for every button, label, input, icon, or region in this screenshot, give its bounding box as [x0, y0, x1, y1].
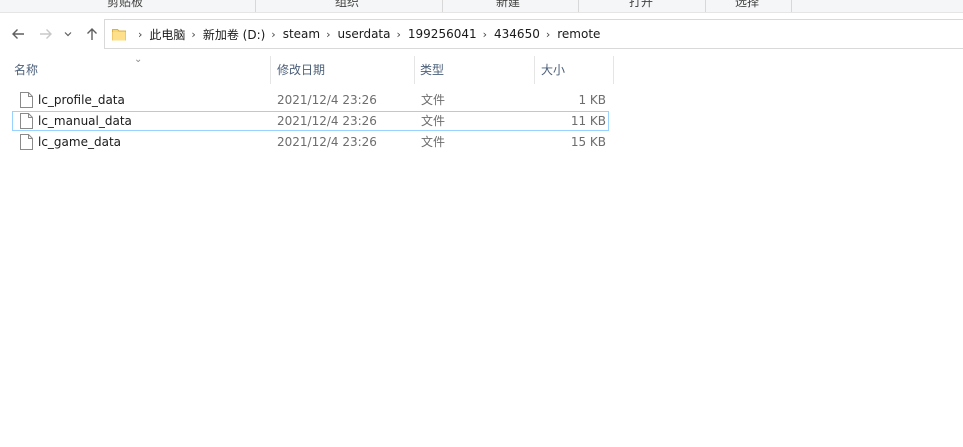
breadcrumb-separator[interactable]: › [477, 28, 494, 41]
back-button[interactable] [8, 24, 28, 44]
ribbon-group-organize: 组织 [334, 0, 359, 9]
file-row[interactable]: lc_manual_data 2021/12/4 23:26 文件 11 KB [12, 111, 609, 131]
ribbon-group-select: 选择 [734, 0, 759, 9]
file-icon [20, 134, 33, 150]
breadcrumb-separator[interactable]: › [391, 28, 408, 41]
up-arrow-icon [87, 28, 97, 40]
column-header-date[interactable]: 修改日期 [271, 56, 414, 84]
breadcrumb-app-id[interactable]: 434650 [494, 27, 540, 41]
ribbon-divider [578, 0, 579, 12]
ribbon-divider [255, 0, 256, 12]
ribbon-divider [442, 0, 443, 12]
file-name: lc_profile_data [38, 93, 125, 107]
column-header-type[interactable]: 类型 [414, 56, 534, 84]
breadcrumb-separator[interactable]: › [540, 28, 557, 41]
breadcrumb-userdata[interactable]: userdata [338, 27, 391, 41]
file-name: lc_game_data [38, 135, 122, 149]
file-type: 文件 [421, 114, 446, 128]
breadcrumb-remote[interactable]: remote [557, 27, 600, 41]
file-modified-date: 2021/12/4 23:26 [277, 114, 377, 128]
file-name: lc_manual_data [38, 114, 132, 128]
ribbon-group-labels: 剪贴板 组织 新建 打开 选择 [0, 0, 963, 13]
chevron-down-icon [64, 32, 72, 37]
recent-locations-button[interactable] [61, 24, 75, 44]
column-divider[interactable] [613, 56, 614, 84]
breadcrumb-separator[interactable]: › [265, 28, 282, 41]
breadcrumb-this-pc[interactable]: 此电脑 [149, 26, 185, 43]
file-icon [20, 92, 33, 108]
file-modified-date: 2021/12/4 23:26 [277, 93, 377, 107]
file-size: 11 KB [570, 114, 606, 128]
up-button[interactable] [82, 24, 102, 44]
column-header-name[interactable]: 名称 [8, 56, 270, 84]
back-arrow-icon [12, 29, 24, 39]
file-icon [20, 113, 33, 129]
navigation-bar: › 此电脑 › 新加卷 (D:) › steam › userdata › 19… [0, 18, 963, 50]
ribbon-divider [791, 0, 792, 12]
ribbon-group-new: 新建 [495, 0, 520, 9]
column-header-size[interactable]: 大小 [535, 56, 613, 84]
forward-button[interactable] [36, 24, 56, 44]
folder-icon [112, 29, 126, 41]
breadcrumb-separator[interactable]: › [185, 28, 202, 41]
file-type: 文件 [421, 135, 446, 149]
breadcrumb-steam[interactable]: steam [283, 27, 320, 41]
forward-arrow-icon [40, 29, 52, 39]
breadcrumb-drive-d[interactable]: 新加卷 (D:) [203, 26, 265, 43]
file-size: 15 KB [570, 135, 606, 149]
breadcrumb-separator[interactable]: › [132, 28, 149, 41]
ribbon-group-open: 打开 [628, 0, 653, 9]
breadcrumb-separator[interactable]: › [320, 28, 337, 41]
file-size: 1 KB [578, 93, 606, 107]
file-type: 文件 [421, 93, 446, 107]
file-row[interactable]: lc_game_data 2021/12/4 23:26 文件 15 KB [12, 132, 609, 152]
ribbon-group-clipboard: 剪贴板 [106, 0, 143, 9]
file-modified-date: 2021/12/4 23:26 [277, 135, 377, 149]
address-bar[interactable]: › 此电脑 › 新加卷 (D:) › steam › userdata › 19… [104, 19, 963, 49]
column-headers: ⌄ 名称 修改日期 类型 大小 [0, 54, 620, 84]
breadcrumb-user-id[interactable]: 199256041 [408, 27, 477, 41]
file-row[interactable]: lc_profile_data 2021/12/4 23:26 文件 1 KB [12, 90, 609, 110]
